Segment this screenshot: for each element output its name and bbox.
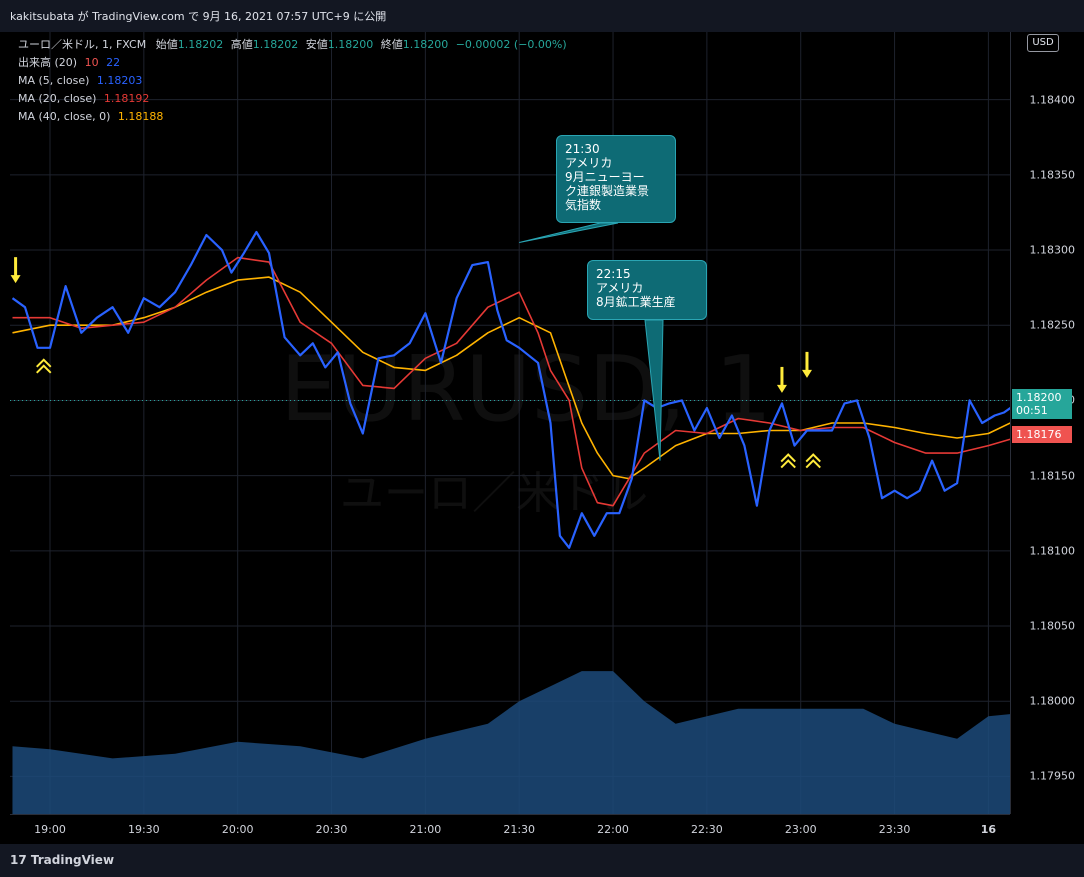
legend-ma5-row: MA (5, close) 1.18203 [18,72,567,90]
legend-ma20-label: MA (20, close) [18,92,97,105]
time-tick-label: 19:30 [127,823,160,836]
tradingview-logo[interactable]: 𝟭𝟳 TradingView [10,853,114,867]
legend-l-value: 1.18200 [327,38,374,51]
callout-line: 21:30 [565,142,600,156]
legend-ma40-row: MA (40, close, 0) 1.18188 [18,108,567,126]
legend-ma5-label: MA (5, close) [18,74,90,87]
time-tick-label: 20:30 [315,823,348,836]
last-price-value: 1.18200 [1016,391,1062,404]
legend-change: −0.00002 (−0.00%) [455,38,567,51]
callout-line: 気指数 [565,198,602,212]
legend-symbol-row: ユーロ／米ドル, 1, FXCM 始値1.18202 高値1.18202 安値1… [18,36,567,54]
legend-o-value: 1.18202 [177,38,224,51]
event-callout-2215[interactable]: 22:15 アメリカ 8月鉱工業生産 [587,260,707,320]
legend-c-value: 1.18200 [402,38,449,51]
volume-area [12,671,1010,814]
last-price-tag: 1.18200 00:51 [1012,389,1072,419]
callout-line: アメリカ [565,156,613,170]
time-tick-label: 22:30 [691,823,723,836]
brand-name: TradingView [30,853,115,867]
legend-volume-a: 10 [84,56,99,69]
price-tick-label: 1.18100 [1029,544,1076,558]
signal-chevron-up [805,459,821,469]
callout-pointer [519,222,619,243]
legend-ma40-value: 1.18188 [117,110,164,123]
legend-volume-label: 出来高 (20) [18,56,78,69]
legend-volume-b: 22 [106,56,121,69]
price-axis[interactable]: 1.18400 1.18350 1.18300 1.18250 1.18200 1.181… [1010,32,1084,814]
price-tick-label: 1.18050 [1029,619,1076,633]
legend-h-label: 高値 [230,38,253,51]
legend-ma5-value: 1.18203 [96,74,143,87]
callout-line: 22:15 [596,267,631,281]
ma40-line [12,276,1010,480]
time-axis[interactable]: 19:00 19:30 20:00 20:30 21:00 21:30 22:00 22:30… [10,814,1010,845]
price-chart[interactable] [10,32,1010,814]
price-tick-label: 1.18300 [1029,243,1076,257]
callout-pointer [644,319,664,461]
price-tick-label: 1.17950 [1029,769,1076,783]
legend-ma40-label: MA (40, close, 0) [18,110,111,123]
legend-o-label: 始値 [155,38,178,51]
signal-arrow-down-head [10,275,21,284]
ma20-line [12,256,1010,507]
time-tick-label: 19:00 [34,823,66,836]
price-tick-label: 1.18000 [1029,694,1076,708]
legend-h-value: 1.18202 [252,38,299,51]
time-tick-label: 23:30 [878,823,911,836]
time-tick-label: 21:00 [409,823,442,836]
signal-arrow-down-head [801,369,812,378]
price-tick-label: 1.18150 [1029,469,1076,483]
callout-line: 8月鉱工業生産 [596,295,676,309]
time-tick-label: 21:30 [503,823,536,836]
publish-line: kakitsubata が TradingView.com で 9月 16, 2… [10,10,387,23]
bar-countdown: 00:51 [1016,404,1048,417]
chart-legend: ユーロ／米ドル, 1, FXCM 始値1.18202 高値1.18202 安値1… [18,36,567,126]
price-tick-label: 1.18350 [1029,168,1076,182]
publish-bar: kakitsubata が TradingView.com で 9月 16, 2… [0,0,1084,32]
callout-line: 9月ニューヨー [565,170,645,184]
ma-price-tag: 1.18176 [1012,426,1072,443]
signal-chevron-up [780,459,796,469]
ma5-line [11,230,1010,549]
legend-c-label: 終値 [380,38,403,51]
chart-plot-area[interactable]: EURUSD, 1 ユーロ／米ドル [10,32,1010,814]
time-tick-label: 22:00 [597,823,629,836]
price-tick-label: 1.18400 [1029,93,1076,107]
time-tick-label: 16 [980,823,997,836]
callout-line: アメリカ [596,281,644,295]
price-tick-label: 1.18250 [1029,318,1076,332]
legend-volume-row: 出来高 (20) 10 22 [18,54,567,72]
time-tick-label: 20:00 [221,823,254,836]
legend-ma20-row: MA (20, close) 1.18192 [18,90,567,108]
legend-ma20-value: 1.18192 [103,92,150,105]
event-callout-2130[interactable]: 21:30 アメリカ 9月ニューヨー ク連銀製造業景 気指数 [556,135,676,223]
tv-logo-icon: 𝟭𝟳 [10,853,31,867]
callout-line: ク連銀製造業景 [565,184,650,198]
signal-arrow-down-head [776,384,787,393]
legend-symbol: ユーロ／米ドル, 1, FXCM [18,38,147,51]
currency-button[interactable]: USD [1027,34,1059,52]
time-tick-label: 23:00 [784,823,817,836]
signal-chevron-up [36,364,52,374]
footer: 𝟭𝟳 TradingView [0,844,1084,877]
legend-l-label: 安値 [305,38,328,51]
